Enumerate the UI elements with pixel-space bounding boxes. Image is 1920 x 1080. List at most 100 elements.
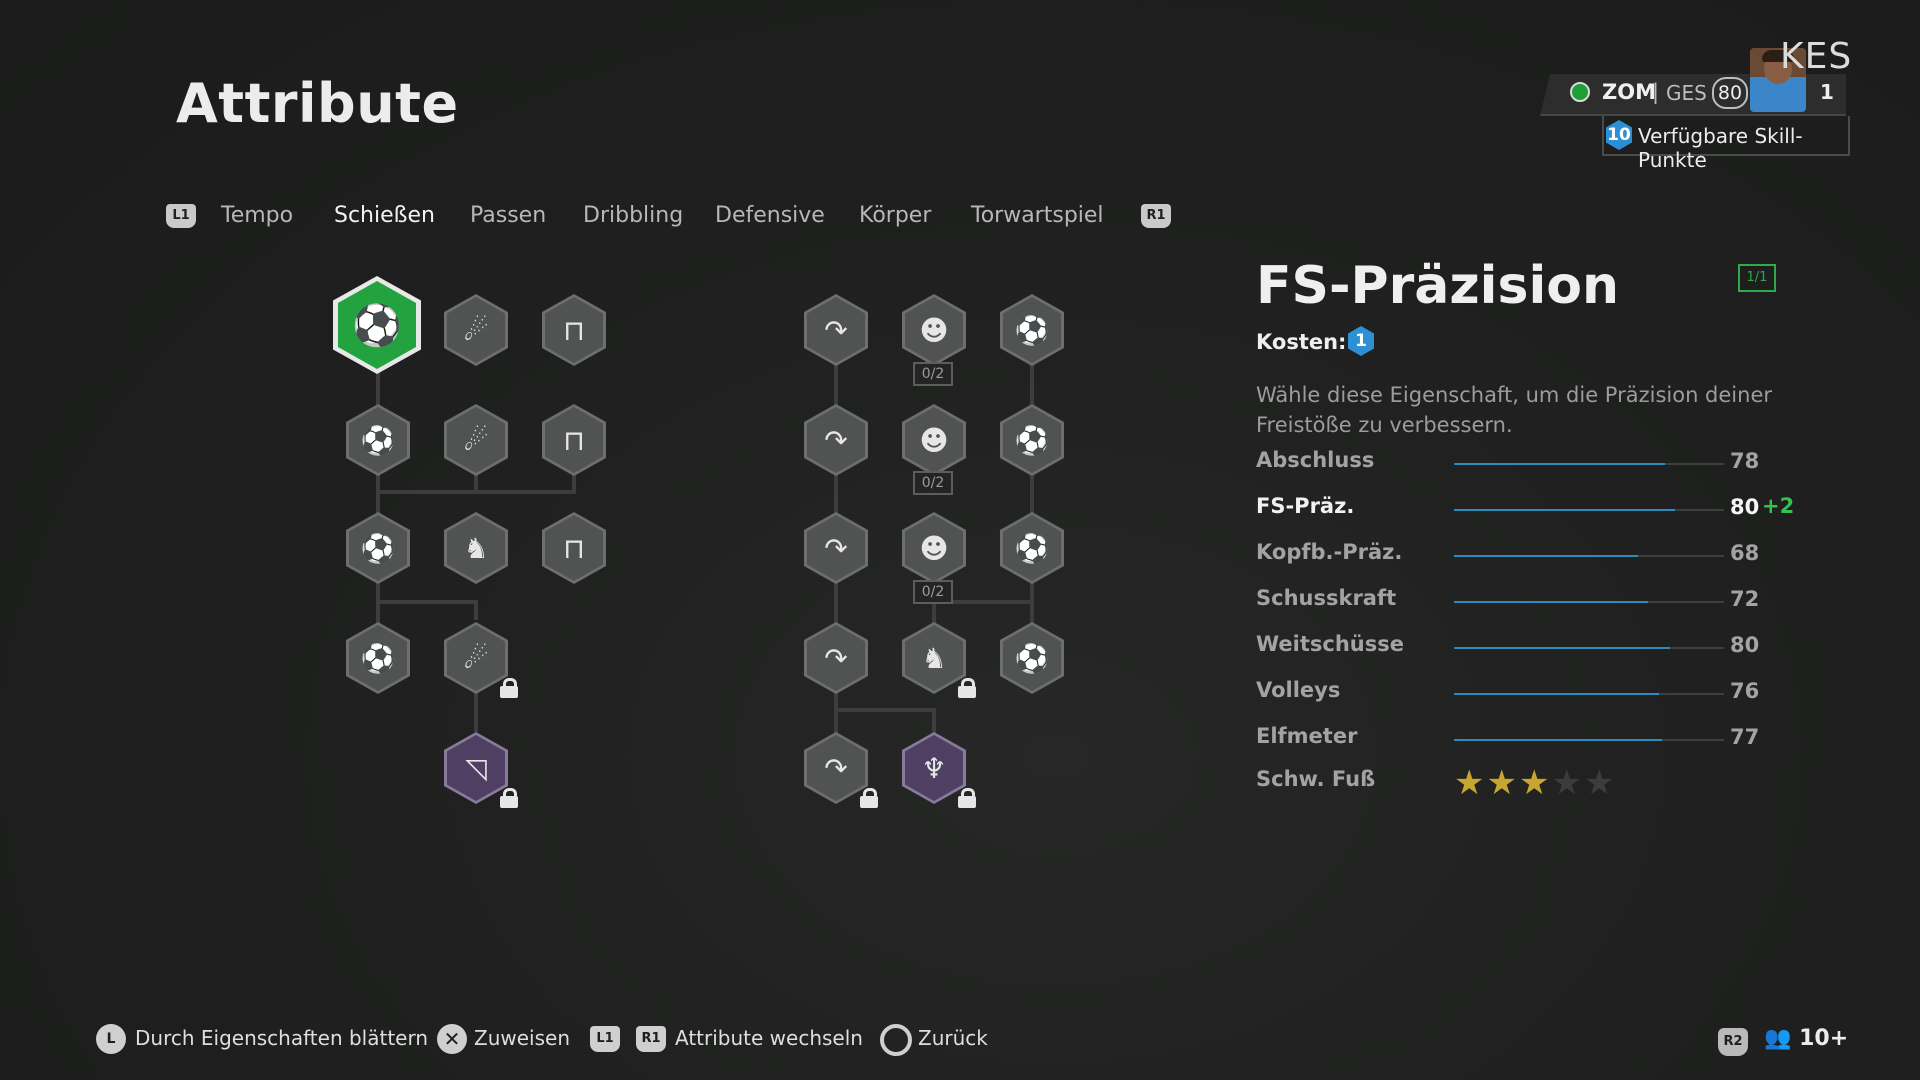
boot-ball-icon: ⚽ <box>1014 313 1050 347</box>
skill-node[interactable]: ⚽ <box>346 622 410 694</box>
attribute-bar <box>1454 601 1724 603</box>
attribute-bar <box>1454 555 1724 557</box>
switch-attributes-hint[interactable]: Attribute wechseln <box>675 1026 863 1050</box>
attribute-bar-fill <box>1454 739 1662 741</box>
curve-shot-icon: ↷ <box>824 641 848 675</box>
header-icon: ☻ <box>919 531 949 565</box>
skill-node-locked[interactable]: ♞ <box>902 622 976 698</box>
skill-node-locked[interactable]: ☄ <box>444 622 518 698</box>
skill-node[interactable]: ♞ <box>444 512 508 584</box>
attribute-row: FS-Präz. 80 +2 <box>1256 494 1816 524</box>
playstyle-node-locked[interactable]: ♆ <box>902 732 976 808</box>
circle-button-icon <box>880 1024 912 1056</box>
attribute-name: FS-Präz. <box>1256 494 1355 518</box>
attribute-name: Kopfb.-Präz. <box>1256 540 1403 564</box>
skill-node[interactable]: ⊓ <box>542 512 606 584</box>
power-shot-icon: ☄ <box>463 313 489 347</box>
attribute-name: Schusskraft <box>1256 586 1397 610</box>
star-icon: ★ <box>1583 763 1617 803</box>
attribute-row: Volleys 76 <box>1256 678 1816 708</box>
lock-icon <box>958 678 976 698</box>
power-shot-icon: ☄ <box>463 423 489 457</box>
attribute-bar-fill <box>1454 555 1638 557</box>
left-stick-button-icon: L <box>96 1024 126 1054</box>
lion-icon: ♞ <box>921 641 947 675</box>
skill-counter: 0/2 <box>913 471 953 495</box>
skill-node[interactable]: ⊓ <box>542 404 606 476</box>
skill-progress-badge: 1/1 <box>1738 264 1776 292</box>
cross-button-icon: ✕ <box>437 1024 467 1054</box>
star-icon: ★ <box>1551 763 1584 803</box>
browse-hint[interactable]: Durch Eigenschaften blättern <box>135 1026 428 1050</box>
free-kick-icon: ⚽ <box>360 531 396 565</box>
skill-node[interactable]: ↷ <box>804 622 868 694</box>
skill-counter: 0/2 <box>913 580 953 604</box>
back-hint[interactable]: Zurück <box>918 1026 988 1050</box>
skill-node[interactable]: ☻ <box>902 512 966 584</box>
attribute-row: Kopfb.-Präz. 68 <box>1256 540 1816 570</box>
free-kick-icon: ⚽ <box>352 302 402 349</box>
tree-connector <box>376 600 478 604</box>
attribute-bar-fill <box>1454 647 1670 649</box>
skill-node[interactable]: ⚽ <box>1000 622 1064 694</box>
attribute-bar <box>1454 509 1724 511</box>
l1-hint-icon: L1 <box>590 1026 620 1052</box>
players-online: 👥 10+ <box>1764 1026 1848 1051</box>
tree-connector <box>474 690 478 732</box>
weak-foot-stars: ★★★★★ <box>1454 763 1616 803</box>
attribute-value: 72 <box>1730 587 1760 611</box>
attribute-bar <box>1454 693 1724 695</box>
star-icon: ★ <box>1486 763 1519 803</box>
skill-title: FS-Präzision <box>1256 256 1620 316</box>
attribute-bar-fill <box>1454 601 1649 603</box>
power-shot-icon: ☄ <box>463 641 489 675</box>
skill-node[interactable]: ☻ <box>902 404 966 476</box>
skill-node[interactable]: ☄ <box>444 404 508 476</box>
skill-description: Wähle diese Eigenschaft, um die Präzisio… <box>1256 383 1772 437</box>
curve-shot-icon: ↷ <box>824 313 848 347</box>
skill-node[interactable]: ⚽ <box>1000 404 1064 476</box>
attribute-row: Abschluss 78 <box>1256 448 1816 478</box>
skill-node[interactable]: ↷ <box>804 404 868 476</box>
curve-shot-icon: ↷ <box>824 531 848 565</box>
skill-node[interactable]: ⚽ <box>1000 294 1064 366</box>
skill-counter: 0/2 <box>913 362 953 386</box>
skill-node[interactable]: ⚽ <box>1000 512 1064 584</box>
attribute-bar-fill <box>1454 463 1665 465</box>
skill-node[interactable]: ⊓ <box>542 294 606 366</box>
attribute-row: Schusskraft 72 <box>1256 586 1816 616</box>
skill-node-locked[interactable]: ↷ <box>804 732 878 808</box>
r2-button-icon: R2 <box>1718 1028 1748 1056</box>
skill-node[interactable]: ☻ <box>902 294 966 366</box>
free-kick-icon: ⚽ <box>360 641 396 675</box>
playstyle-node-locked[interactable]: ◹ <box>444 732 518 808</box>
attribute-bar-fill <box>1454 509 1676 511</box>
star-icon: ★ <box>1518 763 1552 803</box>
eagle-icon: ♆ <box>921 751 947 785</box>
players-count: 10+ <box>1799 1026 1849 1051</box>
attribute-bar <box>1454 463 1724 465</box>
assign-hint[interactable]: Zuweisen <box>474 1026 570 1050</box>
skill-node[interactable]: ↷ <box>804 512 868 584</box>
lock-icon <box>860 788 878 808</box>
skill-node[interactable]: ⚽ <box>346 512 410 584</box>
people-icon: 👥 <box>1764 1026 1792 1051</box>
attribute-bar <box>1454 739 1724 741</box>
tree-connector <box>474 600 478 620</box>
attribute-name: Volleys <box>1256 678 1341 702</box>
skill-node[interactable]: ↷ <box>804 294 868 366</box>
attribute-name: Elfmeter <box>1256 724 1358 748</box>
free-kick-icon: ⚽ <box>360 423 396 457</box>
attribute-name: Weitschüsse <box>1256 632 1404 656</box>
skill-node[interactable]: ⚽ <box>346 404 410 476</box>
attribute-value: 80 <box>1730 495 1760 519</box>
curve-shot-icon: ↷ <box>824 751 848 785</box>
skill-node-free-kick-selected[interactable]: ⚽ <box>333 276 421 374</box>
boot-ball-icon: ⚽ <box>1014 641 1050 675</box>
weak-foot-row: Schw. Fuß ★★★★★ <box>1256 763 1816 803</box>
lock-icon <box>500 678 518 698</box>
skill-node[interactable]: ☄ <box>444 294 508 366</box>
attribute-name: Abschluss <box>1256 448 1375 472</box>
cost-label: Kosten: <box>1256 330 1347 354</box>
attribute-value: 77 <box>1730 725 1760 749</box>
